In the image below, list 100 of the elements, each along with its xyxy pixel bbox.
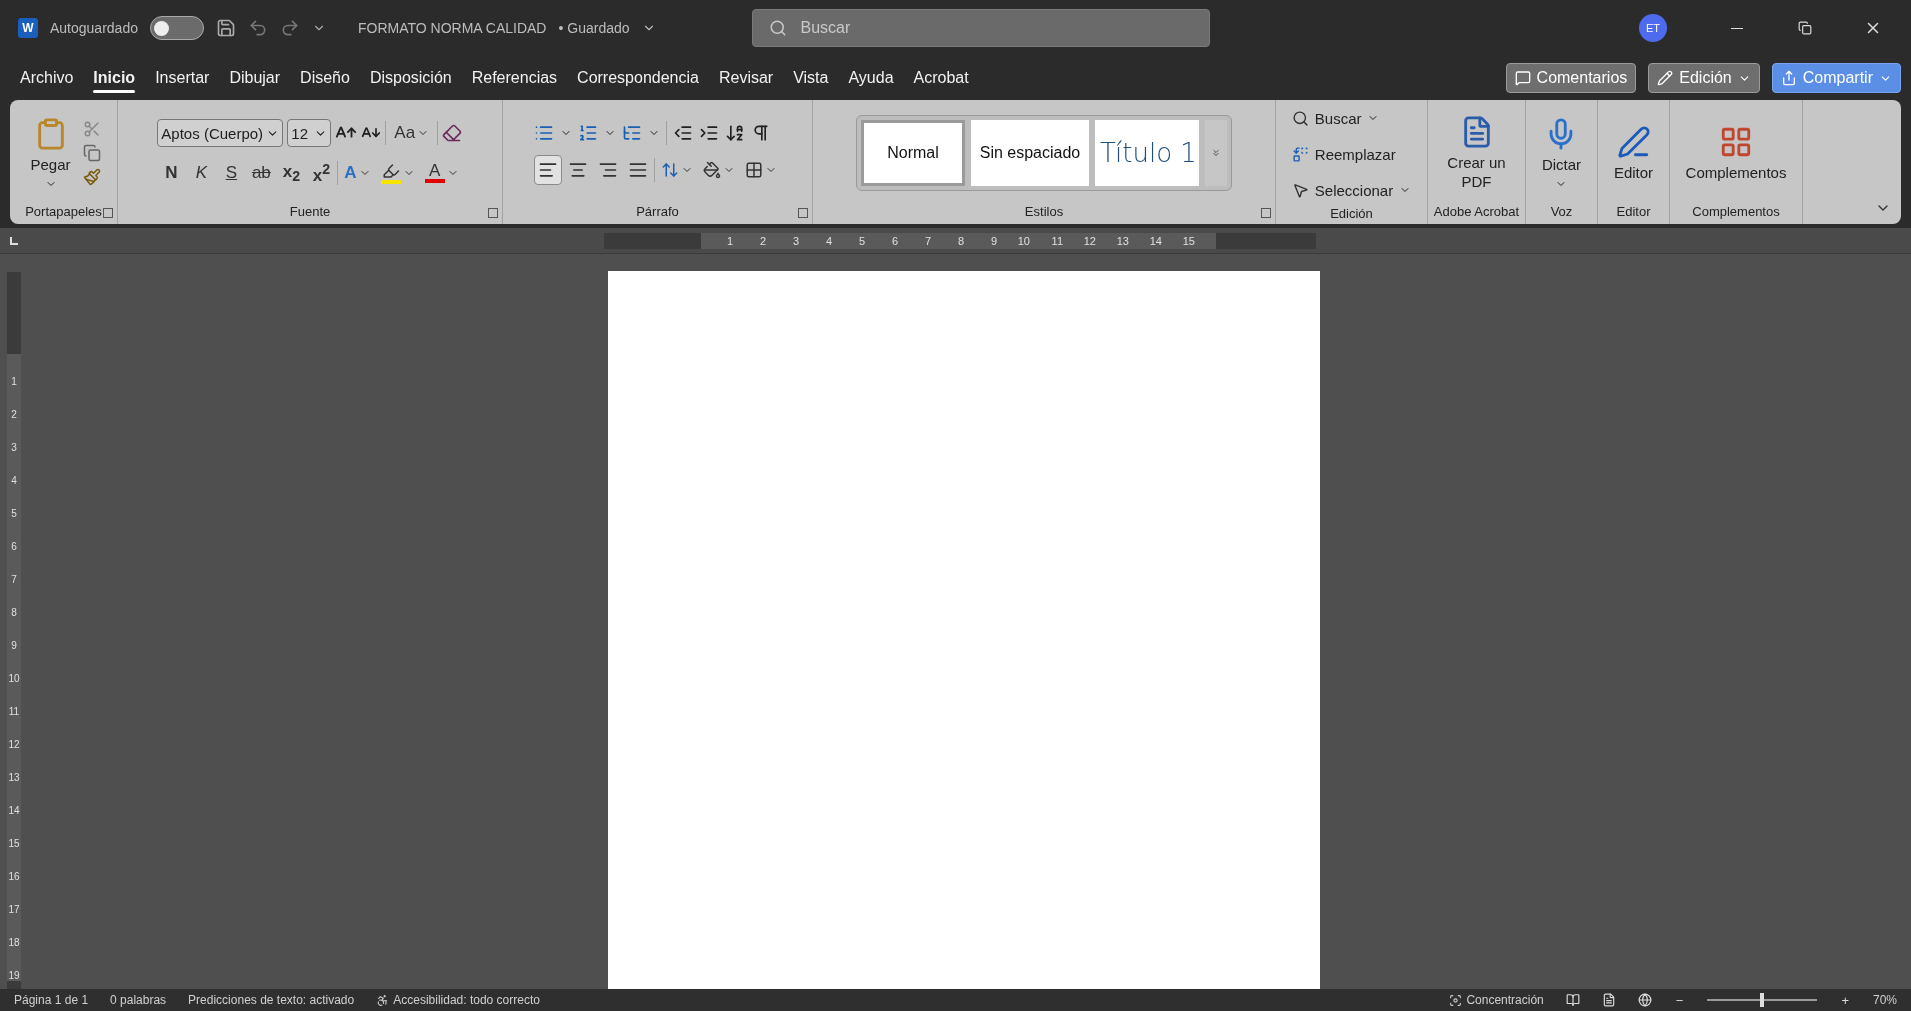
print-layout-icon[interactable] (1601, 993, 1616, 1007)
search-icon (768, 19, 787, 37)
ruler-number: 5 (857, 233, 866, 249)
tab-selector-icon[interactable] (10, 236, 18, 245)
ruler-number: 14 (1148, 233, 1163, 249)
ruler-number: 4 (824, 233, 833, 249)
autosave-label: Autoguardado (50, 20, 138, 36)
style-option[interactable]: Normal (861, 120, 965, 186)
comments-button[interactable]: Comentarios (1505, 63, 1637, 93)
web-layout-icon[interactable] (1637, 993, 1652, 1007)
find-button[interactable]: Buscar (1285, 104, 1386, 132)
ruler-number: 1 (10, 375, 18, 387)
superscript-button[interactable]: x$^{2}$ (307, 158, 336, 188)
app-logo: W (18, 18, 38, 38)
autosave-toggle[interactable] (149, 16, 204, 40)
italic-button[interactable]: K (187, 158, 216, 188)
zoom-level[interactable]: 70% (1872, 993, 1897, 1007)
ruler-number: 3 (10, 441, 18, 453)
multilevel-list-icon[interactable] (622, 123, 642, 143)
editor-button[interactable]: Editor (1609, 122, 1658, 184)
ruler-number: 5 (10, 507, 18, 519)
paint-bucket-icon (703, 161, 721, 179)
format-painter-icon[interactable] (82, 168, 101, 186)
subscript-button[interactable]: x$_{2}$ (277, 158, 306, 188)
text-predictions-status[interactable]: Predicciones de texto: activado (188, 993, 355, 1007)
zoom-out-button[interactable]: − (1673, 992, 1686, 1008)
pencil-icon (1657, 70, 1674, 86)
sort-icon[interactable] (725, 123, 745, 143)
change-case-button[interactable]: Aa (390, 118, 434, 148)
ribbon-tab[interactable]: Referencias (461, 61, 568, 95)
ruler-number: 12 (1082, 233, 1097, 249)
ruler-number: 10 (1016, 233, 1031, 249)
ruler-number: 2 (758, 233, 767, 249)
style-option[interactable]: Título 1 (1095, 120, 1199, 186)
ribbon-tab[interactable]: Vista (783, 61, 839, 95)
replace-button[interactable]: Reemplazar (1285, 140, 1402, 168)
ribbon-tab[interactable]: Ayuda (838, 61, 904, 95)
read-mode-icon[interactable] (1565, 993, 1580, 1007)
group-label: Estilos (1024, 203, 1064, 221)
undo-icon[interactable] (247, 18, 268, 38)
focus-icon[interactable] (1449, 993, 1463, 1007)
dialog-launcher-icon[interactable] (798, 208, 808, 218)
underline-button[interactable]: S (217, 158, 246, 188)
ruler-number: 6 (10, 540, 18, 552)
accessibility-status[interactable]: Accesibilidad: todo correcto (393, 993, 540, 1007)
ruler-number: 9 (989, 233, 998, 249)
document-title: FORMATO NORMA CALIDAD (357, 20, 547, 36)
ruler-number: 13 (1115, 233, 1130, 249)
increase-indent-icon[interactable] (699, 123, 719, 143)
font-name-field[interactable]: Aptos (Cuerpo) (157, 119, 284, 147)
clear-formatting-icon[interactable] (442, 123, 463, 143)
ruler-number: 2 (10, 408, 18, 420)
ruler-number: 8 (10, 606, 18, 618)
font-color-button[interactable]: A (420, 158, 463, 188)
share-icon (1780, 70, 1797, 86)
dialog-launcher-icon[interactable] (488, 208, 498, 218)
decrease-indent-icon[interactable] (673, 123, 693, 143)
ruler-number: 3 (791, 233, 800, 249)
ribbon-tab[interactable]: Inicio (83, 61, 146, 95)
strikethrough-button[interactable]: ab (247, 158, 276, 188)
ruler-number: 13 (7, 771, 21, 783)
group-label: Portapapeles (25, 203, 102, 221)
paste-button[interactable]: Pegar (26, 114, 75, 192)
ribbon-tab[interactable]: Revisar (708, 61, 784, 95)
ribbon-tab[interactable]: Insertar (145, 61, 220, 95)
font-size-field[interactable]: 12 (287, 119, 332, 147)
user-avatar[interactable]: ET (1639, 14, 1667, 42)
highlighter-icon (381, 162, 400, 180)
ruler-number: 8 (956, 233, 965, 249)
dialog-launcher-icon[interactable] (1261, 208, 1271, 218)
lines-icon (598, 160, 618, 180)
ribbon-tab[interactable]: Acrobat (903, 61, 979, 95)
dialog-launcher-icon[interactable] (103, 208, 113, 218)
add-ins-button[interactable]: Complementos (1681, 122, 1791, 184)
editing-mode-button[interactable]: Edición (1648, 63, 1760, 93)
ruler-number: 15 (1181, 233, 1196, 249)
save-icon[interactable] (215, 18, 236, 38)
focus-mode-label[interactable]: Concentración (1466, 993, 1544, 1007)
ruler-number: 17 (7, 903, 21, 915)
copy-icon[interactable] (82, 144, 101, 162)
accessibility-icon (376, 993, 390, 1007)
zoom-in-button[interactable]: + (1839, 992, 1851, 1008)
style-option[interactable]: Sin espaciado (971, 120, 1089, 186)
ribbon-tab[interactable]: Correspondencia (567, 61, 709, 95)
ruler-number: 12 (7, 738, 21, 750)
ribbon-tab[interactable]: Diseño (290, 61, 360, 95)
bullets-icon[interactable] (534, 123, 554, 143)
restore-icon (1798, 21, 1812, 35)
ribbon-tab[interactable]: Disposición (359, 61, 462, 95)
pilcrow-icon[interactable] (751, 123, 771, 143)
create-pdf-button[interactable]: Crear un PDF (1434, 113, 1519, 193)
select-button[interactable]: Seleccionar (1285, 176, 1418, 204)
ribbon-tab[interactable]: Dibujar (219, 61, 291, 95)
bold-button[interactable]: N (157, 158, 186, 188)
ruler-number: 10 (7, 672, 21, 684)
align-left-button[interactable] (534, 155, 562, 185)
ruler-number: 18 (7, 936, 21, 948)
ribbon-tab[interactable]: Archivo (10, 61, 84, 95)
numbering-icon[interactable] (578, 123, 598, 143)
dictate-button[interactable]: Dictar (1537, 114, 1586, 192)
